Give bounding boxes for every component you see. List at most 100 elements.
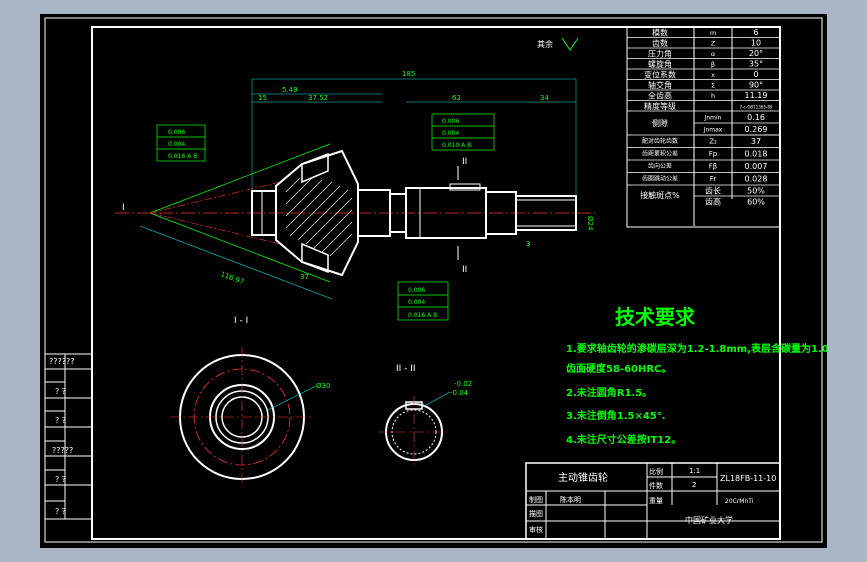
section-mark-1: I (122, 203, 125, 213)
dim-d4: 62 (452, 94, 461, 102)
tech-item-2: 齿面硬度58-60HRC。 (566, 362, 671, 375)
svg-text:0.004: 0.004 (168, 141, 185, 148)
dim-shaft: Ø24 (586, 216, 594, 231)
mating-name-1: 齿距累积公差 (642, 150, 678, 158)
svg-text:0.006: 0.006 (408, 287, 425, 294)
mating-symbol-2: Fβ (709, 163, 718, 171)
param-symbol-4: x (711, 71, 715, 79)
mating-value-1: 0.018 (745, 150, 768, 159)
param-name-0: 模数 (652, 28, 668, 38)
gdt-frame-b: 0.006 0.004 0.010 A B (431, 113, 495, 151)
svg-text:0.006: 0.006 (442, 118, 459, 125)
dim-overall: 185 (402, 70, 415, 78)
title-block: 主动锥齿轮 比例 1:1 件数 2 ZL18FB-11-10 20CrMnTi … (525, 462, 781, 540)
param-name-5: 轴交角 (648, 80, 672, 90)
mating-value-2: 0.007 (745, 162, 768, 171)
cone-centerline-upper (149, 181, 281, 214)
weight-label: 重量 (649, 497, 663, 505)
contact-value-0: 50% (747, 187, 765, 196)
param-symbol-6: h (711, 92, 715, 100)
param-name-6: 全齿高 (648, 91, 672, 101)
drawing-canvas: ?????? ? ? ? ? ????? ? ? ? ? 模数 m 6 齿数 Z 10 压力… (44, 17, 827, 543)
contact-name-1: 齿高 (705, 197, 721, 207)
contact-label: 接触斑点% (640, 190, 680, 200)
param-symbol-5: Σ (711, 82, 715, 90)
gear-tooth-bottom (301, 242, 329, 274)
drawing-border (91, 26, 781, 540)
gear-tooth-top (301, 152, 329, 184)
strip-label-1: ?????? (49, 357, 74, 366)
school-name: 中国矿业大学 (685, 515, 733, 525)
drawn-by: 陈本明 (560, 495, 581, 504)
svg-text:0.004: 0.004 (408, 299, 425, 306)
backlash-symbol-1: Jnmax (703, 127, 723, 134)
backlash-value-0: 0.16 (747, 113, 765, 122)
dim-bore: Ø30 (316, 382, 330, 390)
tol-lower: -0.04 (450, 389, 469, 397)
mating-value-0: 37 (751, 137, 761, 146)
param-value-2: 20° (749, 49, 763, 58)
dim-d2: 37.52 (308, 94, 328, 102)
mating-name-2: 齿向公差 (648, 162, 672, 170)
mating-symbol-1: Fp (709, 150, 718, 158)
check-label: 审核 (529, 525, 543, 534)
section-mark-2-bottom: II (462, 265, 467, 275)
section-1-label: I - I (234, 316, 248, 326)
section-2-label: II - II (396, 364, 416, 374)
tech-title: 技术要求 (615, 305, 696, 329)
strip-label-5: ? ? (55, 475, 66, 484)
material: 20CrMnTi (725, 498, 754, 505)
backlash-label: 侧隙 (652, 118, 668, 128)
strip-label-3: ? ? (55, 416, 66, 425)
mating-name-0: 配对齿轮齿数 (642, 137, 678, 145)
svg-text:0.010 A B: 0.010 A B (442, 142, 471, 149)
technical-requirements: 技术要求 1.要求轴齿轮的渗碳层深为1.2-1.8mm,表层含碳量为1.0%左右… (566, 305, 827, 446)
cad-viewport[interactable]: ?????? ? ? ? ? ????? ? ? ? ? 模数 m 6 齿数 Z 10 压力… (40, 14, 827, 548)
param-value-5: 90° (749, 81, 763, 90)
param-name-2: 压力角 (648, 49, 672, 59)
svg-text:0.016 A B: 0.016 A B (168, 153, 197, 160)
mating-symbol-3: Fr (710, 175, 717, 183)
svg-text:0.006: 0.006 (168, 129, 185, 136)
param-name-3: 螺旋角 (648, 59, 672, 69)
backlash-symbol-0: Jnmin (704, 115, 722, 122)
roughness-symbol (561, 37, 579, 51)
param-symbol-2: α (711, 50, 715, 58)
tech-item-3: 2.未注圆角R1.5。 (566, 386, 652, 399)
param-value-1: 10 (751, 39, 761, 48)
tech-item-4: 3.未注倒角1.5×45°. (566, 409, 666, 422)
param-symbol-0: m (710, 29, 716, 37)
section-1-view: I - I Ø30 (170, 316, 330, 487)
mating-symbol-0: Z₂ (709, 138, 717, 146)
dim-d1: 5.49 (282, 86, 298, 94)
param-value-7: 7-c-GB11365-89 (740, 105, 773, 110)
dim-d3: 15 (258, 94, 267, 102)
gear-hatching (285, 177, 353, 257)
contact-value-1: 60% (747, 198, 765, 207)
section-mark-2-top: II (462, 157, 467, 167)
gdt-frame-a: 0.006 0.004 0.016 A B (156, 124, 206, 162)
param-name-4: 变位系数 (644, 70, 676, 80)
dim-d6: 3 (526, 240, 530, 248)
tech-item-5: 4.未注尺寸公差按IT12。 (566, 433, 681, 446)
contact-name-0: 齿长 (705, 186, 721, 196)
gear-parameter-table: 模数 m 6 齿数 Z 10 压力角 α 20° 螺旋角 β 35° 变位系数 x 0 轴交角 Σ 90° 全齿高 h… (626, 26, 781, 228)
mating-name-3: 齿圈跳动公差 (642, 175, 678, 183)
svg-text:0.016 A B: 0.016 A B (408, 312, 437, 319)
dim-d5: 34 (540, 94, 549, 102)
param-name-7: 精度等级 (644, 101, 676, 111)
param-value-0: 6 (753, 28, 758, 37)
dim-cone: 118.97 (219, 270, 245, 286)
qty-label: 件数 (649, 481, 663, 490)
section-2-view: II - II -0.02 -0.04 (378, 364, 472, 468)
mating-value-3: 0.028 (745, 175, 768, 184)
tol-upper: -0.02 (454, 380, 472, 388)
drawn-label: 制图 (529, 495, 543, 504)
svg-text:0.004: 0.004 (442, 130, 459, 137)
part-name: 主动锥齿轮 (558, 471, 608, 484)
scale-value: 1:1 (689, 467, 700, 475)
scale-label: 比例 (649, 467, 663, 476)
backlash-value-1: 0.269 (745, 125, 768, 134)
qty-value: 2 (692, 481, 696, 489)
param-value-6: 11.19 (745, 91, 768, 100)
